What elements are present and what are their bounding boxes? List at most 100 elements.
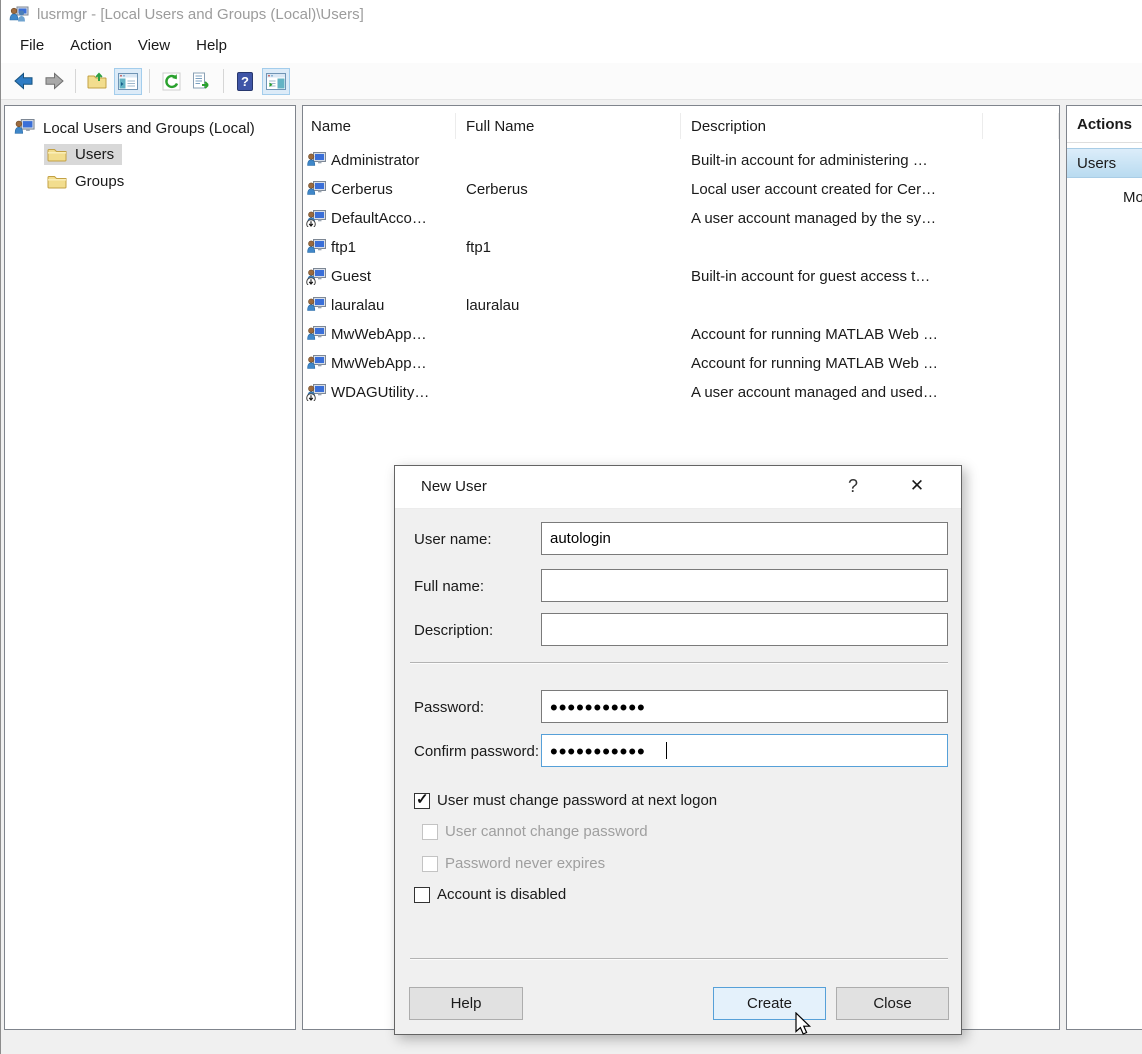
menu-bar: File Action View Help (1, 28, 1142, 63)
close-button[interactable]: Close (836, 987, 949, 1020)
user-row[interactable]: Administrator Built-in account for admin… (303, 146, 1059, 175)
menu-view[interactable]: View (125, 32, 183, 59)
user-row[interactable]: MwWebApp… Account for running MATLAB Web… (303, 320, 1059, 349)
snapin-icon (14, 119, 35, 137)
fullname-label: Full name: (414, 578, 484, 595)
tree-item-groups[interactable]: Groups (5, 168, 295, 195)
help-icon: ? (237, 72, 253, 91)
user-icon (307, 152, 326, 169)
user-description: A user account managed and used… (681, 384, 983, 401)
user-name: Cerberus (331, 181, 393, 198)
password-label: Password: (414, 699, 484, 716)
user-row[interactable]: Cerberus Cerberus Local user account cre… (303, 175, 1059, 204)
menu-help[interactable]: Help (183, 32, 240, 59)
user-row[interactable]: MwWebApp… Account for running MATLAB Web… (303, 349, 1059, 378)
svg-text:?: ? (241, 74, 249, 89)
show-hide-console-tree-button[interactable] (114, 68, 142, 95)
tree-item-users[interactable]: Users (5, 141, 295, 168)
menu-action[interactable]: Action (57, 32, 125, 59)
column-header-description[interactable]: Description (681, 113, 983, 139)
user-name: MwWebApp… (331, 355, 427, 372)
checkbox-password-never-expires: ✓ Password never expires (422, 855, 605, 872)
checkbox-label: User cannot change password (445, 823, 648, 840)
user-row[interactable]: ftp1 ftp1 (303, 233, 1059, 262)
toolbar-separator (223, 69, 224, 93)
column-header-name[interactable]: Name (303, 113, 456, 139)
checkbox-account-disabled[interactable]: ✓ Account is disabled (414, 886, 566, 903)
user-name: Administrator (331, 152, 419, 169)
tree-item-label: Groups (75, 173, 124, 190)
user-icon (307, 297, 326, 314)
status-bar (1, 1036, 1142, 1054)
column-header-blank (983, 113, 1059, 139)
up-one-level-button[interactable] (83, 68, 111, 95)
window-title: lusrmgr - [Local Users and Groups (Local… (37, 6, 364, 23)
toolbar: ? (1, 63, 1142, 100)
actions-section-users[interactable]: Users (1067, 148, 1142, 178)
password-field[interactable] (541, 690, 948, 723)
disabled-account-badge (306, 219, 316, 227)
username-field[interactable] (541, 522, 948, 555)
dialog-title: New User (421, 478, 487, 495)
export-list-button[interactable] (188, 68, 216, 95)
tree-root-label: Local Users and Groups (Local) (43, 120, 255, 137)
column-header-full-name[interactable]: Full Name (456, 113, 681, 139)
action-pane-icon (266, 73, 286, 90)
checkbox-cannot-change-password: ✓ User cannot change password (422, 823, 648, 840)
text-caret (666, 742, 667, 759)
tree-root-node[interactable]: Local Users and Groups (Local) (5, 115, 295, 141)
user-row[interactable]: lauralau lauralau (303, 291, 1059, 320)
dialog-close-icon[interactable]: ✕ (903, 476, 931, 496)
separator (410, 662, 948, 663)
confirm-password-field[interactable] (541, 734, 948, 767)
toolbar-separator (149, 69, 150, 93)
app-icon (9, 6, 29, 22)
back-arrow-icon (13, 71, 34, 91)
user-name: MwWebApp… (331, 326, 427, 343)
checkbox-box: ✓ (422, 824, 438, 840)
help-button[interactable]: Help (409, 987, 523, 1020)
user-full-name: Cerberus (456, 181, 681, 198)
user-description: Account for running MATLAB Web … (681, 355, 983, 372)
user-full-name: lauralau (456, 297, 681, 314)
user-description: Account for running MATLAB Web … (681, 326, 983, 343)
new-user-dialog: New User ? ✕ User name: Full name: Descr… (394, 465, 962, 1035)
user-name: WDAGUtility… (331, 384, 429, 401)
list-header: Name Full Name Description (303, 106, 1059, 146)
help-button[interactable]: ? (231, 68, 259, 95)
console-tree-pane: Local Users and Groups (Local) Users Gro… (4, 105, 296, 1030)
checkbox-box: ✓ (422, 856, 438, 872)
tree-item-label: Users (75, 146, 114, 163)
folder-icon (47, 174, 67, 190)
user-row[interactable]: DefaultAcco… A user account managed by t… (303, 204, 1059, 233)
menu-file[interactable]: File (7, 32, 57, 59)
show-hide-action-pane-button[interactable] (262, 68, 290, 95)
user-icon (307, 239, 326, 256)
more-actions-item[interactable]: More Actions (1067, 189, 1142, 206)
checkbox-box: ✓ (414, 793, 430, 809)
checkbox-must-change-password[interactable]: ✓ User must change password at next logo… (414, 792, 717, 809)
checkbox-label: Password never expires (445, 855, 605, 872)
user-description: A user account managed by the sy… (681, 210, 983, 227)
user-full-name: ftp1 (456, 239, 681, 256)
user-icon (307, 181, 326, 198)
description-field[interactable] (541, 613, 948, 646)
mouse-cursor (795, 1012, 817, 1038)
username-label: User name: (414, 531, 492, 548)
user-name: DefaultAcco… (331, 210, 427, 227)
dialog-title-bar: New User ? ✕ (395, 466, 961, 509)
actions-pane: Actions Users More Actions (1066, 105, 1142, 1030)
user-name: lauralau (331, 297, 384, 314)
user-description: Built-in account for guest access t… (681, 268, 983, 285)
forward-button[interactable] (40, 68, 68, 95)
refresh-icon (162, 72, 181, 91)
back-button[interactable] (9, 68, 37, 95)
refresh-button[interactable] (157, 68, 185, 95)
user-description: Built-in account for administering … (681, 152, 983, 169)
fullname-field[interactable] (541, 569, 948, 602)
dialog-help-icon[interactable]: ? (841, 476, 865, 497)
user-row[interactable]: Guest Built-in account for guest access … (303, 262, 1059, 291)
description-label: Description: (414, 622, 493, 639)
console-tree-icon (118, 73, 138, 90)
user-row[interactable]: WDAGUtility… A user account managed and … (303, 378, 1059, 407)
